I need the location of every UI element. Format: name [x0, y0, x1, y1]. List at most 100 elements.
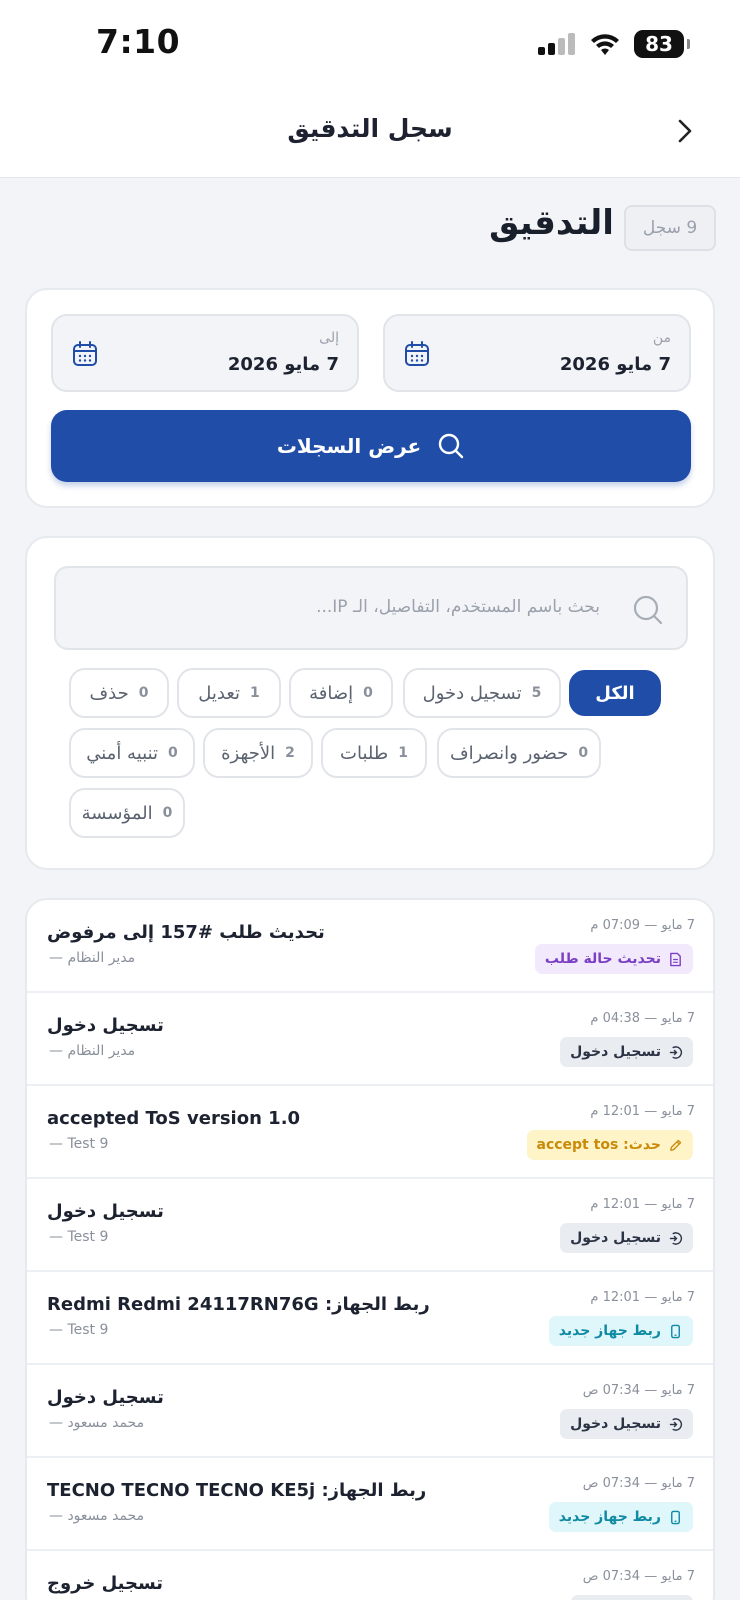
log-title: accepted ToS version 1.0 — [47, 1108, 301, 1129]
calendar-icon — [405, 341, 429, 366]
log-time: 7 مايو — 04:38 م — [590, 1011, 695, 1026]
filter-chip-count: 0 — [363, 685, 373, 701]
filter-chip-label: تسجيل دخول — [422, 682, 522, 704]
log-time: 7 مايو — 12:01 م — [590, 1104, 695, 1119]
log-tag-label: تحديث حالة طلب — [544, 951, 661, 967]
status-time: 7:10 — [96, 22, 181, 61]
to-date-field[interactable]: إلى 7 مايو 2026 — [51, 314, 359, 392]
filter-chip-organization[interactable]: 0 المؤسسة — [69, 788, 185, 838]
nav-bar: سجل التدقيق — [0, 88, 740, 178]
filter-chip-login[interactable]: 5 تسجيل دخول — [403, 668, 561, 718]
filter-chip-count: 5 — [531, 685, 542, 701]
document-icon — [670, 952, 681, 966]
log-row[interactable]: ربط الجهاز: Redmi Redmi 24117RN76G — Tes… — [27, 1272, 713, 1365]
log-time: 7 مايو — 12:01 م — [590, 1290, 695, 1305]
log-time: 7 مايو — 12:01 م — [590, 1197, 695, 1212]
filter-chip-security-alert[interactable]: 0 تنبيه أمني — [69, 728, 195, 778]
status-bar: 7:10 83 — [0, 0, 740, 88]
filter-chip-count: 1 — [398, 745, 408, 761]
log-tag-label: ربط جهاز جديد — [558, 1509, 661, 1525]
login-icon — [669, 1231, 683, 1245]
log-tag-label: تسجيل دخول — [570, 1044, 661, 1060]
filter-chip-requests[interactable]: 1 طلبات — [321, 728, 427, 778]
from-date-field[interactable]: من 7 مايو 2026 — [383, 314, 691, 392]
log-row[interactable]: تسجيل دخول — Test 9 7 مايو — 12:01 م تسج… — [27, 1179, 713, 1272]
log-title: ربط الجهاز: TECNO TECNO TECNO KE5j — [47, 1480, 427, 1501]
date-filter-card: إلى 7 مايو 2026 من 7 مايو 2026 عرض السجل… — [25, 288, 715, 508]
log-tag-label: تسجيل دخول — [570, 1230, 661, 1246]
status-icons: 83 — [536, 28, 690, 60]
search-icon — [439, 433, 464, 459]
filter-chip-count: 1 — [250, 685, 260, 701]
filter-chip-delete[interactable]: 0 حذف — [69, 668, 169, 718]
to-date-label: إلى — [319, 330, 339, 346]
log-tag: تسجيل دخول — [560, 1409, 693, 1439]
filter-chip-count: 2 — [285, 745, 295, 761]
log-time: 7 مايو — 07:34 ص — [582, 1383, 695, 1398]
log-user: — Test 9 — [49, 1322, 109, 1338]
search-icon — [633, 595, 663, 625]
filter-chip-attendance[interactable]: 0 حضور وانصراف — [437, 728, 601, 778]
log-tag: ربط جهاز جديد — [548, 1316, 693, 1346]
log-title: تسجيل دخول — [47, 1015, 164, 1036]
log-tag-label: تسجيل دخول — [570, 1416, 661, 1432]
log-tag: ربط جهاز جديد — [548, 1502, 693, 1532]
log-row[interactable]: ربط الجهاز: TECNO TECNO TECNO KE5j محمد … — [27, 1458, 713, 1551]
log-row[interactable]: تسجيل خروج 7 مايو — 07:34 ص — [27, 1551, 713, 1600]
from-date-label: من — [652, 330, 671, 346]
log-tag — [571, 1595, 693, 1600]
log-row[interactable]: تحديث طلب #157 إلى مرفوض مدير النظام — 7… — [27, 900, 713, 993]
filter-chip-label: تعديل — [198, 682, 241, 704]
cellular-signal-icon — [538, 33, 575, 55]
log-title: تحديث طلب #157 إلى مرفوض — [47, 922, 325, 943]
log-title: تسجيل دخول — [47, 1387, 164, 1408]
filter-chip-count: 0 — [162, 805, 173, 821]
filter-chip-label: حذف — [89, 682, 129, 704]
to-date-value: 7 مايو 2026 — [227, 354, 339, 375]
log-row[interactable]: تسجيل دخول محمد مسعود — 7 مايو — 07:34 ص… — [27, 1365, 713, 1458]
log-row[interactable]: تسجيل دخول مدير النظام — 7 مايو — 04:38 … — [27, 993, 713, 1086]
back-button[interactable] — [670, 116, 700, 146]
filter-chip-devices[interactable]: 2 الأجهزة — [203, 728, 313, 778]
phone-icon — [671, 1324, 680, 1338]
show-records-button[interactable]: عرض السجلات — [51, 410, 691, 482]
wifi-icon — [591, 34, 619, 55]
filter-chip-label: الكل — [595, 682, 635, 704]
log-tag: تحديث حالة طلب — [534, 944, 693, 974]
log-user: — Test 9 — [49, 1136, 109, 1152]
log-user: محمد مسعود — — [49, 1508, 145, 1524]
log-time: 7 مايو — 07:34 ص — [582, 1569, 695, 1584]
login-icon — [669, 1045, 683, 1059]
log-user: مدير النظام — — [49, 1043, 136, 1059]
show-records-label: عرض السجلات — [276, 434, 422, 458]
log-time: 7 مايو — 07:09 م — [590, 918, 695, 933]
log-title: تسجيل دخول — [47, 1201, 164, 1222]
filter-chip-label: الأجهزة — [221, 742, 276, 764]
log-tag-label: ربط جهاز جديد — [558, 1323, 661, 1339]
calendar-icon — [73, 341, 97, 366]
log-tag: حدث: accept tos — [526, 1130, 693, 1160]
filter-chip-add[interactable]: 0 إضافة — [289, 668, 393, 718]
filter-chip-edit[interactable]: 1 تعديل — [177, 668, 281, 718]
chevron-right-icon — [678, 119, 692, 143]
filter-chip-count: 0 — [138, 685, 149, 701]
log-tag: تسجيل دخول — [560, 1223, 693, 1253]
phone-icon — [671, 1510, 680, 1524]
from-date-value: 7 مايو 2026 — [559, 354, 671, 375]
log-title: ربط الجهاز: Redmi Redmi 24117RN76G — [47, 1294, 430, 1315]
record-count-badge: 9 سجل — [624, 205, 716, 251]
search-input[interactable]: بحث باسم المستخدم، التفاصيل، الـ IP... — [54, 566, 688, 650]
filter-chip-label: حضور وانصراف — [449, 742, 569, 764]
log-row[interactable]: accepted ToS version 1.0 — Test 9 7 مايو… — [27, 1086, 713, 1179]
filter-chip-count: 0 — [168, 745, 178, 761]
filter-chip-label: طلبات — [340, 742, 389, 764]
filter-chip-label: تنبيه أمني — [86, 742, 159, 764]
log-title: تسجيل خروج — [47, 1573, 164, 1594]
log-tag: تسجيل دخول — [560, 1037, 693, 1067]
filter-chip-all[interactable]: الكل — [569, 670, 661, 716]
filter-chip-label: المؤسسة — [81, 802, 153, 824]
search-placeholder: بحث باسم المستخدم، التفاصيل، الـ IP... — [316, 597, 600, 617]
pencil-icon — [670, 1139, 682, 1151]
log-user: محمد مسعود — — [49, 1415, 145, 1431]
audit-log-list: تحديث طلب #157 إلى مرفوض مدير النظام — 7… — [25, 898, 715, 1600]
